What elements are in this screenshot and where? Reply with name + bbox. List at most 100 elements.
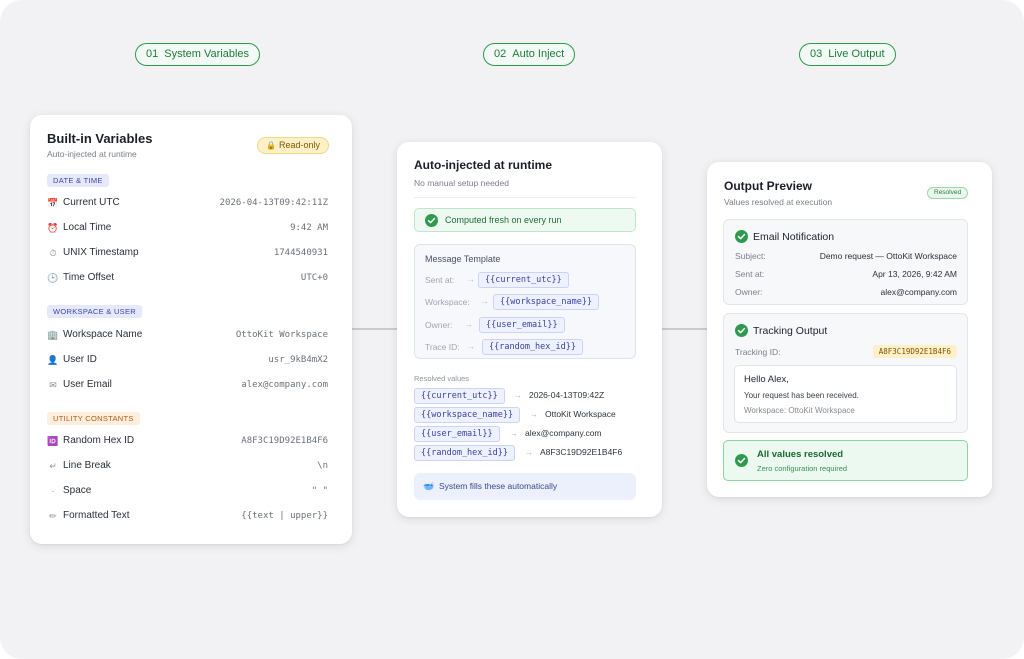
resolved-row: {{user_email}} → alex@company.com <box>414 426 639 442</box>
divider <box>414 197 636 198</box>
message-body: Your request has been received. <box>744 391 859 400</box>
return-arrow-icon: ↵ <box>49 461 57 471</box>
arrow-right-icon: → <box>467 342 475 351</box>
all-resolved-banner: All values resolved Zero configuration r… <box>723 440 968 481</box>
template-row-workspace: Workspace: → {{workspace_name}} <box>425 294 630 310</box>
panel-title: Tracking Output <box>753 325 828 337</box>
variable-token: {{workspace_name}} <box>414 407 521 423</box>
variable-value: UTC+0 <box>300 273 328 283</box>
template-title: Message Template <box>425 254 501 264</box>
resolved-row: {{random_hex_id}} → A8F3C19D92E1B4F6 <box>414 445 639 461</box>
variable-value: usr_9kB4mX2 <box>268 355 328 365</box>
variable-token: {{random_hex_id}} <box>414 445 515 461</box>
variable-value: A8F3C19D92E1B4F6 <box>241 436 328 446</box>
resolved-row: {{current_utc}} → 2026-04-13T09:42Z <box>414 388 639 404</box>
variable-token: {{workspace_name}} <box>493 294 600 310</box>
read-only-badge: 🔒 Read-only <box>257 137 329 154</box>
alarm-clock-icon: ⏰ <box>47 223 59 233</box>
row-key: Tracking ID: <box>735 347 781 357</box>
arrow-right-icon: → <box>481 297 489 306</box>
banner-text: Computed fresh on every run <box>445 215 562 225</box>
message-template-panel: Message Template Sent at: → {{current_ut… <box>414 244 636 359</box>
arrow-right-icon: → <box>510 429 518 438</box>
card-title: Auto-injected at runtime <box>414 158 553 172</box>
variable-value: 1744540931 <box>273 248 328 258</box>
dot-icon: · <box>51 486 55 496</box>
pencil-icon: ✏ <box>49 511 57 521</box>
resolved-value: A8F3C19D92E1B4F6 <box>540 447 623 457</box>
step-pill-auto-inject: 02 Auto Inject <box>483 43 576 66</box>
system-fills-banner: 🥣 System fills these automatically <box>414 473 636 500</box>
variable-token: {{current_utc}} <box>414 388 505 404</box>
variable-name: User ID <box>63 354 97 365</box>
variable-name: Random Hex ID <box>63 435 135 446</box>
tracking-id-row: Tracking ID: A8F3C19D92E1B4F6 <box>735 345 957 359</box>
variable-name: Current UTC <box>63 197 120 208</box>
template-label: Workspace: <box>425 297 470 307</box>
resolved-value: alex@company.com <box>525 428 602 438</box>
resolved-row: {{workspace_name}} → OttoKit Workspace <box>414 407 639 423</box>
variable-row-workspace-name: 🏢 Workspace Name OttoKit Workspace <box>47 327 328 343</box>
arrow-right-icon: → <box>514 391 522 400</box>
check-circle-icon <box>735 454 748 467</box>
building-icon: 🏢 <box>47 330 59 340</box>
resolved-badge: Resolved <box>927 187 969 199</box>
row-value: Demo request — OttoKit Workspace <box>819 251 957 261</box>
variable-name: User Email <box>63 379 112 390</box>
variable-value: OttoKit Workspace <box>235 330 328 340</box>
card-subtitle: Auto-injected at runtime <box>47 149 137 159</box>
resolved-value: OttoKit Workspace <box>545 409 616 419</box>
panel-title: Email Notification <box>753 231 835 243</box>
template-label: Owner: <box>425 320 453 330</box>
calendar-icon: 📅 <box>47 198 59 208</box>
variable-token: {{random_hex_id}} <box>482 339 583 355</box>
resolved-subtitle: Zero configuration required <box>757 464 848 473</box>
step-number: 02 <box>494 48 507 60</box>
variable-name: Local Time <box>63 222 112 233</box>
lock-icon: 🔒 <box>266 141 276 150</box>
variable-name: Workspace Name <box>63 329 143 340</box>
canvas: 01 System Variables 02 Auto Inject 03 Live … <box>0 0 1024 659</box>
card-subtitle: Values resolved at execution <box>724 197 833 207</box>
check-circle-icon <box>735 230 748 243</box>
section-label-utility-constants: UTILITY CONSTANTS <box>47 412 140 425</box>
envelope-icon: ✉ <box>49 380 57 390</box>
template-label: Sent at: <box>425 275 455 285</box>
card-title: Output Preview <box>724 179 813 193</box>
variable-row-current-utc: 📅 Current UTC 2026-04-13T09:42:11Z <box>47 195 328 211</box>
stopwatch-icon: ⏱ <box>49 248 57 258</box>
clock-icon: 🕒 <box>47 273 59 283</box>
variable-row-formatted-text: ✏ Formatted Text {{text | upper}} <box>47 508 328 524</box>
message-greeting: Hello Alex, <box>744 374 789 385</box>
card-subtitle: No manual setup needed <box>414 178 509 188</box>
id-card-icon: 🆔 <box>47 436 59 446</box>
step-number: 03 <box>810 48 823 60</box>
variable-value: " " <box>311 486 328 496</box>
variable-value: 2026-04-13T09:42:11Z <box>219 198 328 208</box>
step-label: Live Output <box>828 48 885 60</box>
variable-row-local-time: ⏰ Local Time 9:42 AM <box>47 220 328 236</box>
row-value: alex@company.com <box>880 287 958 297</box>
step-pill-live-output: 03 Live Output <box>799 43 896 66</box>
check-circle-icon <box>425 214 438 227</box>
connector-line <box>662 328 707 330</box>
variable-token: {{user_email}} <box>414 426 500 442</box>
variable-value: {{text | upper}} <box>241 511 328 521</box>
row-key: Sent at: <box>735 269 765 279</box>
variable-name: Space <box>63 485 92 496</box>
variable-token: {{user_email}} <box>479 317 565 333</box>
email-notification-panel: Email Notification Subject: Demo request… <box>723 219 968 305</box>
email-row-sent-at: Sent at: Apr 13, 2026, 9:42 AM <box>735 268 957 281</box>
output-preview-card: Output Preview Values resolved at execut… <box>707 162 992 497</box>
computed-banner: Computed fresh on every run <box>414 208 636 232</box>
variable-row-user-email: ✉ User Email alex@company.com <box>47 377 328 393</box>
step-label: System Variables <box>164 48 250 60</box>
variable-name: UNIX Timestamp <box>63 247 139 258</box>
email-row-subject: Subject: Demo request — OttoKit Workspac… <box>735 250 957 263</box>
section-label-date-time: DATE & TIME <box>47 174 109 187</box>
bowl-icon: 🥣 <box>423 481 435 491</box>
variable-row-user-id: 👤 User ID usr_9kB4mX2 <box>47 352 328 368</box>
variable-row-unix-timestamp: ⏱ UNIX Timestamp 1744540931 <box>47 245 328 261</box>
variable-row-space: · Space " " <box>47 483 329 499</box>
variable-token: {{current_utc}} <box>478 272 569 288</box>
